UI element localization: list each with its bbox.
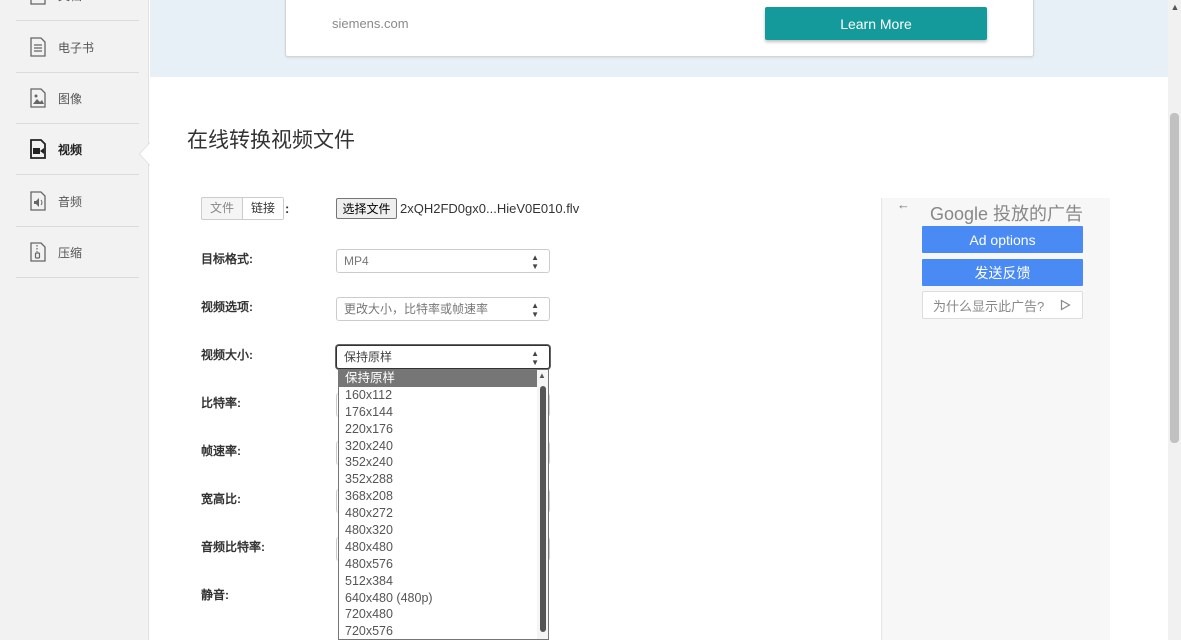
ad-options-button[interactable]: Ad options (922, 226, 1083, 253)
video-size-dropdown[interactable]: 保持原样 160x112 176x144 220x176 320x240 352… (338, 369, 549, 640)
google-ads-label: Google 投放的广告 (930, 204, 1084, 224)
send-feedback-button[interactable]: 发送反馈 (922, 259, 1083, 286)
scroll-up-arrow-icon[interactable]: ▲ (1170, 2, 1180, 12)
dropdown-scroll-up-icon[interactable]: ▲ (537, 371, 547, 380)
audio-bitrate-label: 音频比特率: (201, 540, 265, 554)
page-scrollbar-thumb[interactable] (1170, 113, 1179, 443)
target-format-select[interactable]: MP4 ▲ ▼ (336, 249, 550, 273)
dropdown-option[interactable]: 640x480 (480p) (339, 590, 537, 607)
dropdown-option[interactable]: 480x272 (339, 505, 537, 522)
sidebar-item-label: 压缩 (58, 245, 83, 260)
sidebar-item-video[interactable]: 视频 (16, 124, 139, 175)
ebook-icon (29, 37, 47, 57)
aspect-ratio-label: 宽高比: (201, 492, 241, 506)
sidebar-item-archive[interactable]: 压缩 (16, 227, 139, 278)
why-this-ad-button[interactable]: 为什么显示此广告? (922, 291, 1083, 319)
dropdown-option[interactable]: 160x112 (339, 387, 537, 404)
sidebar-item-image[interactable]: 图像 (16, 73, 139, 124)
dropdown-scrollbar-thumb[interactable] (540, 386, 546, 632)
dropdown-option[interactable]: 352x240 (339, 454, 537, 471)
audio-icon (29, 191, 47, 211)
select-arrows-icon: ▲ ▼ (531, 253, 539, 271)
source-colon: : (285, 201, 290, 216)
sidebar: W 文档 电子书 图像 视频 音频 压缩 (0, 0, 149, 640)
dropdown-option[interactable]: 352x288 (339, 471, 537, 488)
document-icon: W (29, 0, 47, 5)
video-options-value: 更改大小，比特率或帧速率 (344, 302, 489, 316)
video-size-value: 保持原样 (344, 350, 393, 364)
video-options-label: 视频选项: (201, 300, 253, 314)
video-icon (29, 139, 47, 159)
adchoices-play-icon (1060, 299, 1071, 314)
dropdown-option[interactable]: 480x576 (339, 556, 537, 573)
sidebar-item-audio[interactable]: 音频 (16, 176, 139, 227)
bitrate-label: 比特率: (201, 396, 241, 410)
sidebar-item-label: 视频 (58, 142, 83, 157)
dropdown-option[interactable]: 320x240 (339, 438, 537, 455)
active-indicator (140, 143, 150, 165)
sidebar-item-label: 文档 (58, 0, 82, 4)
video-options-select[interactable]: 更改大小，比特率或帧速率 ▲ ▼ (336, 297, 550, 321)
selected-file-name: 2xQH2FD0gx0...HieV0E010.flv (400, 201, 580, 216)
video-size-label: 视频大小: (201, 348, 253, 362)
tab-link[interactable]: 链接 (242, 198, 284, 219)
sidebar-item-label: 图像 (58, 91, 83, 106)
dropdown-option[interactable]: 512x384 (339, 573, 537, 590)
source-tabs: 文件 链接 (201, 197, 285, 220)
banner-domain[interactable]: siemens.com (332, 16, 409, 31)
select-arrows-icon: ▲ ▼ (531, 349, 539, 367)
dropdown-option[interactable]: 368x208 (339, 488, 537, 505)
choose-file-button[interactable]: 选择文件 (336, 198, 397, 219)
sidebar-item-label: 电子书 (58, 40, 95, 55)
dropdown-option[interactable]: 480x480 (339, 539, 537, 556)
sidebar-item-ebook[interactable]: 电子书 (16, 22, 139, 73)
image-icon (29, 88, 47, 108)
dropdown-option[interactable]: 720x480 (339, 606, 537, 623)
page-title: 在线转换视频文件 (187, 129, 355, 152)
framerate-label: 帧速率: (201, 444, 241, 458)
select-arrows-icon: ▲ ▼ (531, 301, 539, 319)
svg-text:W: W (34, 0, 42, 2)
sidebar-item-label: 音频 (58, 194, 83, 209)
target-format-label: 目标格式: (201, 252, 253, 266)
learn-more-button[interactable]: Learn More (765, 7, 987, 40)
dropdown-option[interactable]: 176x144 (339, 404, 537, 421)
dropdown-option[interactable]: 480x320 (339, 522, 537, 539)
tab-file[interactable]: 文件 (202, 198, 242, 219)
arrow-left-icon[interactable]: ← (897, 197, 910, 212)
why-this-ad-label: 为什么显示此广告? (933, 298, 1045, 314)
target-format-value: MP4 (344, 254, 369, 268)
dropdown-option[interactable]: 220x176 (339, 421, 537, 438)
dropdown-option[interactable]: 保持原样 (339, 370, 537, 387)
mute-label: 静音: (201, 588, 229, 602)
dropdown-option[interactable]: 720x576 (339, 623, 537, 639)
video-size-select[interactable]: 保持原样 ▲ ▼ (336, 345, 550, 369)
sidebar-item-document[interactable]: W 文档 (16, 0, 139, 21)
archive-icon (29, 242, 47, 262)
